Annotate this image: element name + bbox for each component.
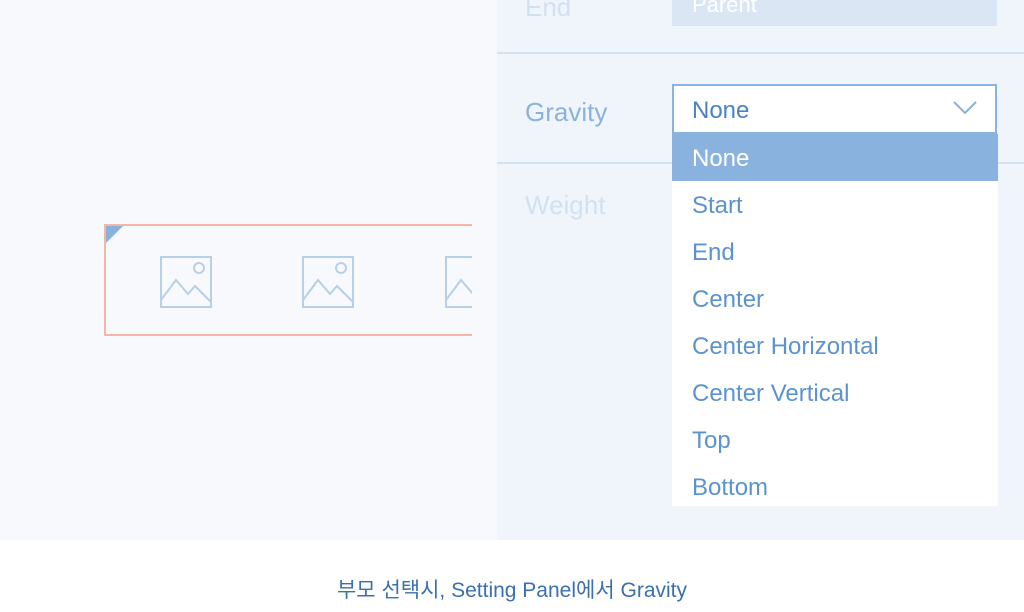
- end-row-label: End: [525, 0, 572, 22]
- end-row-field-value: Parent: [692, 0, 757, 17]
- end-row-field[interactable]: Parent: [672, 0, 997, 26]
- gravity-option-center[interactable]: Center: [672, 275, 998, 322]
- setting-panel: End Parent Gravity Weight None None Star…: [497, 0, 1024, 540]
- gravity-label: Gravity: [525, 97, 608, 127]
- option-label: Center Horizontal: [692, 333, 879, 360]
- gravity-option-start[interactable]: Start: [672, 181, 998, 228]
- option-label: End: [692, 239, 735, 266]
- weight-label: Weight: [525, 190, 606, 220]
- option-label: Center: [692, 286, 765, 313]
- option-label: Start: [692, 192, 743, 219]
- gravity-option-end[interactable]: End: [672, 228, 998, 275]
- gravity-option-top[interactable]: Top: [672, 416, 998, 463]
- gravity-option-bottom[interactable]: Bottom: [672, 463, 998, 510]
- option-label: Bottom: [692, 474, 769, 501]
- image-placeholder-icon: [160, 256, 212, 308]
- option-label: Center Vertical: [692, 380, 850, 407]
- option-label: None: [692, 145, 750, 172]
- image-placeholder-icon: [445, 256, 472, 308]
- gravity-option-center-horizontal[interactable]: Center Horizontal: [672, 322, 998, 369]
- option-label: Top: [692, 427, 731, 454]
- selection-corner-marker: [106, 226, 123, 243]
- gravity-option-none[interactable]: None: [672, 134, 998, 181]
- caption-text: 부모 선택시, Setting Panel에서 Gravity: [336, 579, 687, 602]
- gravity-dropdown-list: None Start End Center Center Horizontal …: [672, 134, 998, 506]
- row-divider: [497, 52, 1024, 54]
- parent-layout-preview[interactable]: [104, 224, 472, 336]
- gravity-select[interactable]: None: [672, 84, 997, 134]
- canvas: End Parent Gravity Weight None None Star…: [0, 0, 1024, 540]
- gravity-option-center-vertical[interactable]: Center Vertical: [672, 369, 998, 416]
- gravity-selected-value: None: [692, 97, 750, 124]
- chevron-down-icon: [953, 101, 977, 115]
- image-placeholder-icon: [302, 256, 354, 308]
